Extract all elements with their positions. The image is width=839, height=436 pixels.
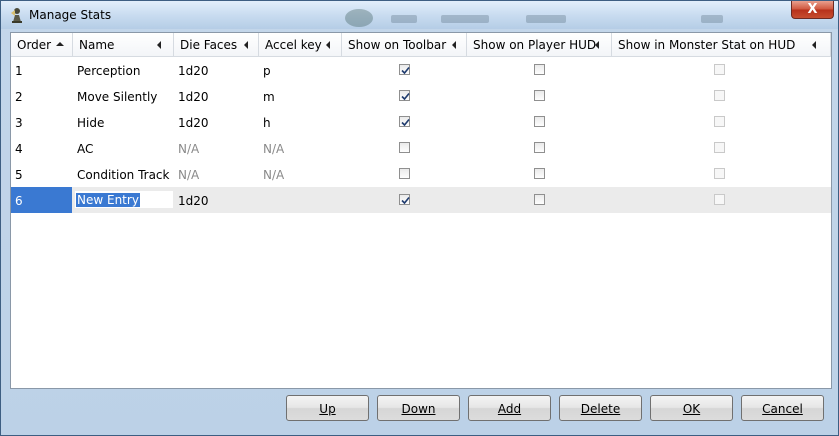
column-header-show-on-player-hud[interactable]: Show on Player HUD [467, 33, 612, 57]
down-button[interactable]: Down [377, 395, 460, 421]
pawn-icon [11, 8, 22, 23]
show-in-monster-stat-checkbox [714, 142, 725, 153]
checkmark-icon [401, 92, 410, 101]
stats-table: Order Name Die Faces Accel key Show on T… [10, 32, 832, 389]
cell-name: Perception [77, 64, 141, 78]
cell-die-faces: 1d20 [178, 116, 209, 130]
cancel-button[interactable]: Cancel [741, 395, 824, 421]
cell-die-faces: 1d20 [178, 64, 209, 78]
cell-name: Move Silently [77, 90, 158, 104]
manage-stats-window: Manage Stats X Order Name Die Faces Acce… [0, 0, 839, 436]
table-row[interactable]: 4 AC N/A N/A [11, 135, 831, 161]
cell-name: AC [77, 142, 94, 156]
column-header-order[interactable]: Order [11, 33, 73, 57]
add-button[interactable]: Add [468, 395, 551, 421]
checkmark-icon [401, 196, 410, 205]
cell-name: Condition Track [77, 168, 170, 182]
show-in-monster-stat-checkbox [714, 116, 725, 127]
show-on-toolbar-checkbox[interactable] [399, 64, 410, 75]
show-on-player-hud-checkbox[interactable] [534, 116, 545, 127]
cell-die-faces: N/A [178, 168, 200, 182]
checkmark-icon [401, 118, 410, 127]
column-header-name[interactable]: Name [73, 33, 174, 57]
sort-arrow-icon [157, 41, 161, 49]
show-on-player-hud-checkbox[interactable] [534, 64, 545, 75]
sort-arrow-icon [326, 41, 330, 49]
show-on-toolbar-checkbox[interactable] [399, 116, 410, 127]
cell-die-faces: 1d20 [178, 194, 209, 208]
up-button[interactable]: Up [286, 395, 369, 421]
sort-ascending-icon [56, 42, 64, 46]
ok-button[interactable]: OK [650, 395, 733, 421]
show-on-toolbar-checkbox[interactable] [399, 90, 410, 101]
table-row[interactable]: 6 New Entry 1d20 [11, 187, 831, 213]
column-header-die-faces[interactable]: Die Faces [174, 33, 259, 57]
column-header-show-in-monster-stat-on-hud[interactable]: Show in Monster Stat on HUD [612, 33, 831, 57]
show-on-player-hud-checkbox[interactable] [534, 194, 545, 205]
sort-arrow-icon [595, 41, 599, 49]
checkmark-icon [401, 66, 410, 75]
show-on-toolbar-checkbox[interactable] [399, 142, 410, 153]
cell-order: 4 [15, 142, 23, 156]
cell-die-faces: 1d20 [178, 90, 209, 104]
delete-button[interactable]: Delete [559, 395, 642, 421]
cell-accel-key: p [263, 64, 271, 78]
cell-name: Hide [77, 116, 105, 130]
show-on-toolbar-checkbox[interactable] [399, 194, 410, 205]
show-on-player-hud-checkbox[interactable] [534, 168, 545, 179]
show-in-monster-stat-checkbox [714, 64, 725, 75]
close-button[interactable]: X [791, 1, 834, 19]
table-row[interactable]: 1 Perception 1d20 p [11, 57, 831, 83]
show-on-toolbar-checkbox[interactable] [399, 168, 410, 179]
show-on-player-hud-checkbox[interactable] [534, 142, 545, 153]
column-header-show-on-toolbar[interactable]: Show on Toolbar [342, 33, 467, 57]
table-row[interactable]: 5 Condition Track N/A N/A [11, 161, 831, 187]
close-icon: X [807, 2, 818, 17]
cell-order: 1 [15, 64, 23, 78]
title-bar[interactable]: Manage Stats X [1, 1, 838, 29]
cell-order: 3 [15, 116, 23, 130]
table-row[interactable]: 2 Move Silently 1d20 m [11, 83, 831, 109]
show-on-player-hud-checkbox[interactable] [534, 90, 545, 101]
cell-accel-key: N/A [263, 142, 285, 156]
table-row[interactable]: 3 Hide 1d20 h [11, 109, 831, 135]
sort-arrow-icon [452, 41, 456, 49]
cell-accel-key: h [263, 116, 271, 130]
show-in-monster-stat-checkbox [714, 168, 725, 179]
cell-accel-key: m [263, 90, 275, 104]
sort-arrow-icon [812, 41, 816, 49]
cell-order: 2 [15, 90, 23, 104]
cell-order: 6 [11, 187, 72, 213]
name-edit-field[interactable]: New Entry [75, 191, 173, 208]
sort-arrow-icon [244, 41, 248, 49]
cell-accel-key: N/A [263, 168, 285, 182]
show-in-monster-stat-checkbox [714, 194, 725, 205]
show-in-monster-stat-checkbox [714, 90, 725, 101]
cell-order: 5 [15, 168, 23, 182]
background-window-ghost [341, 3, 791, 27]
cell-die-faces: N/A [178, 142, 200, 156]
column-header-accel-key[interactable]: Accel key [259, 33, 342, 57]
window-title: Manage Stats [29, 8, 112, 22]
